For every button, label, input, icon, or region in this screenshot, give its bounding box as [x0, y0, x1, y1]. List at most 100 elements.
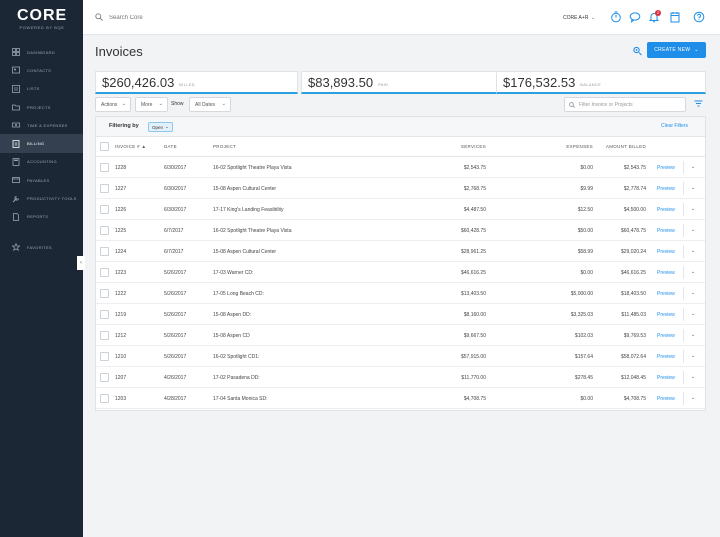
project-name[interactable]: 15-08 Aspen DD: [213, 312, 251, 318]
sidebar-item-reports[interactable]: Reports [0, 208, 83, 226]
project-name[interactable]: 16-02 Spotlight Theatre Playa Vista [213, 228, 291, 234]
sidebar-item-billing[interactable]: Billing [0, 134, 83, 153]
chat-icon[interactable] [629, 11, 641, 23]
brand-logo[interactable]: CORE POWERED BY BQE [17, 7, 67, 31]
project-name[interactable]: 15-08 Aspen Cultural Center [213, 186, 276, 192]
row-actions-chevron-icon[interactable]: ⌄ [691, 290, 695, 296]
table-row[interactable]: 1203 4/28/2017 17-04 Santa Monica SD: $4… [96, 388, 705, 409]
row-checkbox[interactable] [100, 352, 109, 361]
filter-chip-open[interactable]: Open ⌄ [148, 122, 173, 132]
column-header-services[interactable]: SERVICES [436, 144, 486, 149]
sidebar-item-productivity-tools[interactable]: Productivity Tools [0, 189, 83, 207]
row-checkbox[interactable] [100, 247, 109, 256]
table-row[interactable]: 1207 4/26/2017 17-02 Pasadena DD: $11,77… [96, 367, 705, 388]
preview-link[interactable]: Preview [657, 375, 675, 381]
preview-link[interactable]: Preview [657, 228, 675, 234]
row-checkbox[interactable] [100, 289, 109, 298]
amount-billed: $2,543.75 [623, 165, 646, 171]
sidebar-collapse-toggle[interactable]: ‹ [77, 256, 85, 270]
preview-link[interactable]: Preview [657, 207, 675, 213]
column-header-amount-billed[interactable]: AMOUNT BILLED [596, 144, 646, 149]
preview-link[interactable]: Preview [657, 291, 675, 297]
row-checkbox[interactable] [100, 226, 109, 235]
table-row[interactable]: 1212 5/26/2017 15-08 Aspen CD $9,667.50 … [96, 325, 705, 346]
preview-link[interactable]: Preview [657, 333, 675, 339]
sidebar-item-projects[interactable]: Projects [0, 98, 83, 116]
global-search-input[interactable] [109, 11, 229, 25]
column-header-expenses[interactable]: EXPENSES [543, 144, 593, 149]
table-row[interactable]: 1224 6/7/2017 15-08 Aspen Cultural Cente… [96, 241, 705, 262]
row-actions-chevron-icon[interactable]: ⌄ [691, 269, 695, 275]
sidebar-item-payables[interactable]: Payables [0, 171, 83, 189]
row-actions-chevron-icon[interactable]: ⌄ [691, 353, 695, 359]
row-checkbox[interactable] [100, 310, 109, 319]
chevron-down-icon: ⌄ [694, 47, 699, 53]
sidebar-item-favorites[interactable]: Favorites [0, 238, 83, 256]
row-checkbox[interactable] [100, 373, 109, 382]
column-header-date[interactable]: DATE [164, 144, 177, 149]
gear-icon[interactable] [632, 45, 643, 56]
date-range-dropdown[interactable]: All Dates ⌄ [189, 97, 231, 112]
row-checkbox[interactable] [100, 205, 109, 214]
table-row[interactable]: 1226 6/30/2017 17-17 King's Landing Feas… [96, 199, 705, 220]
preview-link[interactable]: Preview [657, 165, 675, 171]
project-name[interactable]: 17-02 Pasadena DD: [213, 375, 260, 381]
table-row[interactable]: 1219 5/26/2017 15-08 Aspen DD: $8,160.00… [96, 304, 705, 325]
select-all-checkbox[interactable] [100, 142, 109, 151]
project-name[interactable]: 17-05 Long Beach CD: [213, 291, 264, 297]
row-checkbox[interactable] [100, 331, 109, 340]
preview-link[interactable]: Preview [657, 354, 675, 360]
create-new-button[interactable]: CREATE NEW ⌄ [647, 42, 706, 58]
filter-funnel-icon[interactable] [694, 100, 703, 109]
sidebar-item-label: Billing [27, 141, 45, 147]
sidebar-item-lists[interactable]: Lists [0, 80, 83, 98]
preview-link[interactable]: Preview [657, 396, 675, 402]
row-actions-chevron-icon[interactable]: ⌄ [691, 248, 695, 254]
row-actions-chevron-icon[interactable]: ⌄ [691, 206, 695, 212]
user-menu[interactable]: CORE A+R [563, 15, 588, 21]
table-row[interactable]: 1222 5/26/2017 17-05 Long Beach CD: $13,… [96, 283, 705, 304]
project-name[interactable]: 17-04 Santa Monica SD: [213, 396, 267, 402]
row-actions-chevron-icon[interactable]: ⌄ [691, 395, 695, 401]
project-name[interactable]: 17-03 Warner CD: [213, 270, 253, 276]
row-actions-chevron-icon[interactable]: ⌄ [691, 311, 695, 317]
table-row[interactable]: 1210 5/26/2017 16-02 Spotlight CD1: $57,… [96, 346, 705, 367]
more-dropdown[interactable]: More ⌄ [135, 97, 168, 112]
row-actions-chevron-icon[interactable]: ⌄ [691, 374, 695, 380]
column-header-project[interactable]: PROJECT [213, 144, 236, 149]
row-actions-chevron-icon[interactable]: ⌄ [691, 227, 695, 233]
sidebar-item-contacts[interactable]: Contacts [0, 61, 83, 79]
filter-search-input[interactable]: Filter Invoice or Projects [564, 97, 686, 112]
row-actions-chevron-icon[interactable]: ⌄ [691, 164, 695, 170]
table-row[interactable]: 1227 6/30/2017 15-08 Aspen Cultural Cent… [96, 178, 705, 199]
expenses-amount: $12.50 [577, 207, 593, 213]
row-checkbox[interactable] [100, 184, 109, 193]
sidebar-item-dashboard[interactable]: Dashboard [0, 43, 83, 61]
sidebar-item-accounting[interactable]: Accounting [0, 153, 83, 171]
preview-link[interactable]: Preview [657, 312, 675, 318]
calendar-icon[interactable] [669, 11, 681, 23]
sidebar-item-time-expenses[interactable]: Time & Expenses [0, 116, 83, 134]
table-row[interactable]: 1225 6/7/2017 16-02 Spotlight Theatre Pl… [96, 220, 705, 241]
row-checkbox[interactable] [100, 394, 109, 403]
row-actions-chevron-icon[interactable]: ⌄ [691, 185, 695, 191]
project-name[interactable]: 17-17 King's Landing Feasibility [213, 207, 283, 213]
timer-icon[interactable] [610, 11, 622, 23]
project-name[interactable]: 15-08 Aspen CD [213, 333, 250, 339]
row-checkbox[interactable] [100, 163, 109, 172]
project-name[interactable]: 16-02 Spotlight CD1: [213, 354, 259, 360]
invoice-number: 1224 [115, 249, 127, 255]
preview-link[interactable]: Preview [657, 249, 675, 255]
row-actions-chevron-icon[interactable]: ⌄ [691, 332, 695, 338]
table-row[interactable]: 1228 6/30/2017 16-02 Spotlight Theatre P… [96, 157, 705, 178]
actions-dropdown[interactable]: Actions ⌄ [95, 97, 131, 112]
preview-link[interactable]: Preview [657, 270, 675, 276]
table-row[interactable]: 1223 5/26/2017 17-03 Warner CD: $46,616.… [96, 262, 705, 283]
row-checkbox[interactable] [100, 268, 109, 277]
project-name[interactable]: 15-08 Aspen Cultural Center [213, 249, 276, 255]
help-icon[interactable] [693, 11, 705, 23]
preview-link[interactable]: Preview [657, 186, 675, 192]
project-name[interactable]: 16-02 Spotlight Theatre Playa Vista [213, 165, 291, 171]
column-header-invoice[interactable]: INVOICE # ▲ [115, 144, 146, 149]
clear-filters-link[interactable]: Clear Filters [661, 123, 688, 129]
